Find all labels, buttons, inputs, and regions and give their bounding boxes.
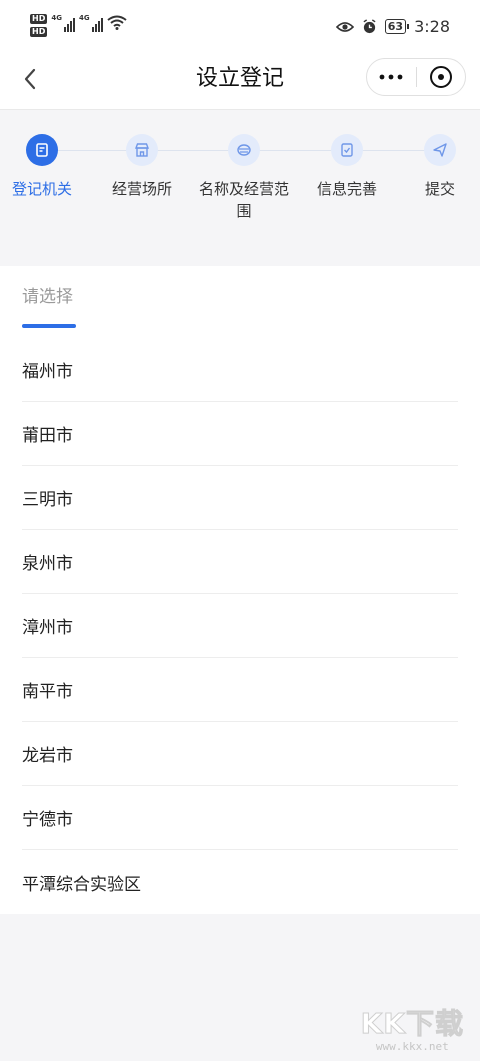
- tab-active-indicator: [22, 324, 76, 328]
- status-left: HD HD 4G 4G: [30, 14, 127, 37]
- step-business-premises[interactable]: 经营场所: [90, 134, 194, 200]
- hd-badge: HD: [30, 27, 48, 37]
- alarm-icon: [363, 19, 376, 34]
- city-item[interactable]: 平潭综合实验区: [22, 850, 458, 914]
- wifi-icon: [106, 15, 127, 30]
- close-miniprogram-button[interactable]: [417, 59, 466, 95]
- city-item[interactable]: 龙岩市: [22, 722, 458, 786]
- mini-program-capsule: [366, 58, 466, 96]
- progress-steps: 登记机关 经营场所 名称及经营范围 信息完善 提交: [0, 110, 480, 266]
- nav-bar: 设立登记: [0, 56, 480, 110]
- status-right: 63 3:28: [335, 17, 450, 36]
- watermark-logo: KK下载: [360, 1007, 464, 1040]
- step-info-completion[interactable]: 信息完善: [295, 134, 399, 200]
- selection-panel: 请选择 福州市 莆田市 三明市 泉州市 漳州市 南平市 龙岩市 宁德市 平潭综合…: [0, 266, 480, 914]
- city-item[interactable]: 莆田市: [22, 402, 458, 466]
- send-icon: [433, 143, 447, 157]
- city-item[interactable]: 福州市: [22, 338, 458, 402]
- step-label: 经营场所: [111, 180, 172, 198]
- step-circle: [228, 134, 260, 166]
- city-item[interactable]: 漳州市: [22, 594, 458, 658]
- form-check-icon: [341, 143, 353, 157]
- document-edit-icon: [36, 143, 48, 157]
- step-circle: [126, 134, 158, 166]
- step-name-and-scope[interactable]: 名称及经营范围: [192, 134, 296, 222]
- step-circle: [26, 134, 58, 166]
- step-submit[interactable]: 提交: [388, 134, 480, 200]
- step-registration-authority[interactable]: 登记机关: [0, 134, 94, 200]
- step-label: 信息完善: [316, 180, 377, 198]
- more-button[interactable]: [367, 59, 416, 95]
- store-icon: [134, 143, 150, 157]
- city-item[interactable]: 三明市: [22, 466, 458, 530]
- city-list: 福州市 莆田市 三明市 泉州市 漳州市 南平市 龙岩市 宁德市 平潭综合实验区: [22, 338, 458, 914]
- watermark-url: www.kkx.net: [375, 1040, 449, 1053]
- step-circle: [331, 134, 363, 166]
- clock: 3:28: [414, 17, 450, 36]
- globe-icon: [237, 144, 251, 156]
- battery-indicator: 63: [384, 19, 410, 34]
- signal-type-label: 4G: [51, 14, 62, 22]
- more-icon: [379, 74, 403, 80]
- city-item[interactable]: 宁德市: [22, 786, 458, 850]
- city-item[interactable]: 南平市: [22, 658, 458, 722]
- status-bar: HD HD 4G 4G 63 3:28: [0, 0, 480, 56]
- step-label: 名称及经营范围: [198, 180, 289, 220]
- step-circle: [424, 134, 456, 166]
- close-circle-icon: [429, 66, 452, 88]
- tab-please-select[interactable]: 请选择: [22, 284, 76, 328]
- watermark: KK下载 www.kkx.net: [360, 1007, 464, 1053]
- city-item[interactable]: 泉州市: [22, 530, 458, 594]
- step-label: 登记机关: [11, 180, 72, 198]
- signal-icon: 4G: [79, 14, 103, 32]
- tab-label: 请选择: [22, 287, 73, 307]
- signal-type-label: 4G: [78, 14, 90, 22]
- signal-icon: 4G: [51, 14, 75, 32]
- step-label: 提交: [424, 180, 455, 198]
- eye-icon: [335, 21, 354, 32]
- hd-badge: HD: [30, 14, 48, 24]
- hd-badges: HD HD: [30, 14, 48, 37]
